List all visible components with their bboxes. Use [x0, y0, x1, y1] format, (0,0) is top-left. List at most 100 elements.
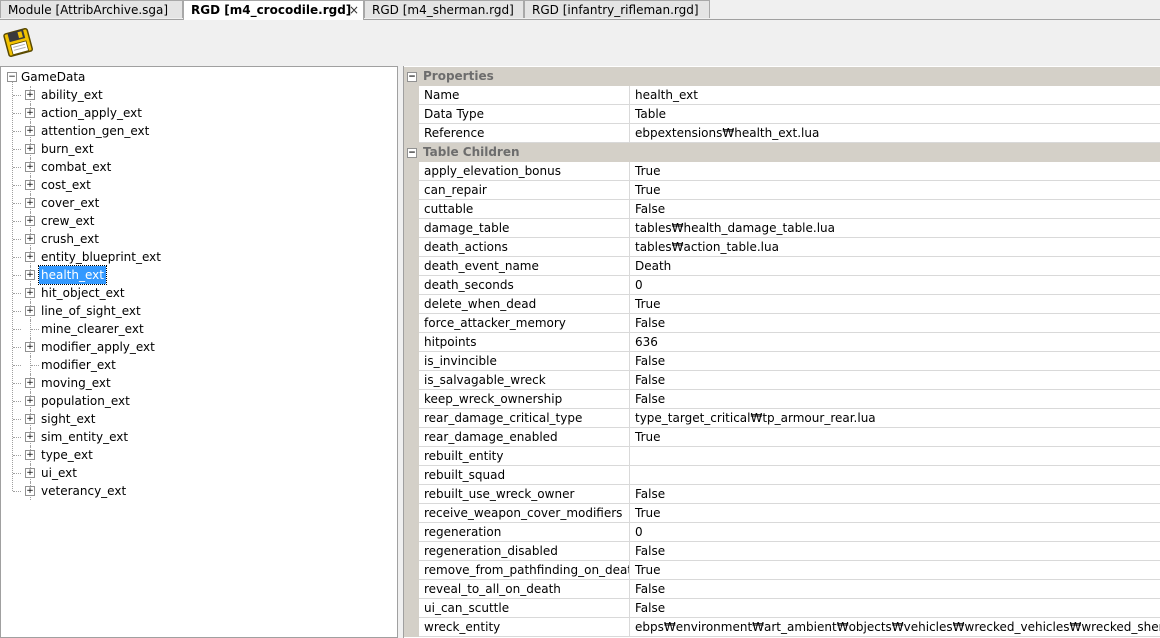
property-value[interactable]: True — [630, 428, 1160, 446]
expand-icon[interactable]: + — [25, 108, 35, 118]
tree-item-label: crush_ext — [41, 232, 99, 246]
property-row[interactable]: rear_damage_enabled True — [404, 428, 1160, 447]
expand-icon[interactable]: + — [25, 198, 35, 208]
tab-rgd-m4-crocodile[interactable]: RGD [m4_crocodile.rgd] × — [183, 0, 364, 20]
property-value[interactable]: False — [630, 371, 1160, 389]
property-row[interactable]: can_repair True — [404, 181, 1160, 200]
property-value[interactable]: False — [630, 485, 1160, 503]
property-row[interactable]: rear_damage_critical_type type_target_cri… — [404, 409, 1160, 428]
property-row[interactable]: wreck_entity ebps₩environment₩art_ambient… — [404, 618, 1160, 637]
property-row[interactable]: receive_weapon_cover_modifiers True — [404, 504, 1160, 523]
property-value[interactable]: True — [630, 504, 1160, 522]
expand-icon[interactable]: + — [25, 180, 35, 190]
property-row[interactable]: reveal_to_all_on_death False — [404, 580, 1160, 599]
expand-icon[interactable]: + — [25, 288, 35, 298]
expand-icon[interactable]: + — [25, 270, 35, 280]
expand-icon[interactable]: + — [25, 216, 35, 226]
expand-icon[interactable]: + — [25, 414, 35, 424]
expand-icon[interactable]: + — [25, 234, 35, 244]
property-value[interactable]: True — [630, 295, 1160, 313]
close-tab-icon[interactable]: × — [349, 1, 359, 19]
tree-item-label: sight_ext — [41, 412, 96, 426]
property-name: force_attacker_memory — [419, 314, 630, 332]
property-value[interactable]: type_target_critical₩tp_armour_rear.lua — [630, 409, 1160, 427]
property-value[interactable]: False — [630, 314, 1160, 332]
property-row[interactable]: cuttable False — [404, 200, 1160, 219]
row-gutter — [404, 371, 419, 390]
expand-icon[interactable]: + — [25, 432, 35, 442]
property-value[interactable]: False — [630, 390, 1160, 408]
property-value[interactable] — [630, 466, 1160, 484]
property-row[interactable]: delete_when_dead True — [404, 295, 1160, 314]
property-value[interactable]: False — [630, 580, 1160, 598]
property-value[interactable]: False — [630, 200, 1160, 218]
property-value[interactable]: 0 — [630, 276, 1160, 294]
expand-icon[interactable]: + — [25, 342, 35, 352]
property-value[interactable]: True — [630, 162, 1160, 180]
expand-icon[interactable]: + — [25, 90, 35, 100]
expand-icon[interactable]: + — [25, 450, 35, 460]
property-value[interactable]: True — [630, 561, 1160, 579]
row-gutter — [404, 428, 419, 447]
property-row[interactable]: rebuilt_squad — [404, 466, 1160, 485]
property-row[interactable]: force_attacker_memory False — [404, 314, 1160, 333]
property-grid[interactable]: − Properties Name health_ext Data Type Table R… — [403, 66, 1160, 638]
expand-icon[interactable]: + — [25, 126, 35, 136]
property-row[interactable]: regeneration 0 — [404, 523, 1160, 542]
property-value[interactable] — [630, 447, 1160, 465]
expand-icon[interactable]: + — [25, 252, 35, 262]
tab-module-attribarchive[interactable]: Module [AttribArchive.sga] — [0, 0, 183, 18]
expand-icon[interactable]: + — [25, 396, 35, 406]
expand-icon[interactable]: + — [25, 468, 35, 478]
property-row[interactable]: ui_can_scuttle False — [404, 599, 1160, 618]
expand-icon[interactable]: + — [25, 162, 35, 172]
property-row[interactable]: keep_wreck_ownership False — [404, 390, 1160, 409]
expand-icon[interactable]: + — [25, 378, 35, 388]
property-value[interactable]: ebps₩environment₩art_ambient₩objects₩veh… — [630, 618, 1160, 636]
property-row[interactable]: regeneration_disabled False — [404, 542, 1160, 561]
property-value[interactable]: 0 — [630, 523, 1160, 541]
property-row[interactable]: hitpoints 636 — [404, 333, 1160, 352]
expand-icon[interactable]: + — [25, 306, 35, 316]
property-row[interactable]: death_event_name Death — [404, 257, 1160, 276]
property-row[interactable]: death_actions tables₩action_table.lua — [404, 238, 1160, 257]
game-data-tree[interactable]: − GameData + ability_ext + action_apply_ext… — [0, 66, 398, 638]
property-row[interactable]: damage_table tables₩health_damage_table.l… — [404, 219, 1160, 238]
tree-item-label: veterancy_ext — [41, 484, 127, 498]
property-value[interactable]: 636 — [630, 333, 1160, 351]
property-value[interactable]: False — [630, 542, 1160, 560]
tab-rgd-infantry-rifleman[interactable]: RGD [infantry_rifleman.rgd] — [524, 0, 710, 18]
category-header[interactable]: − Properties — [404, 67, 1160, 86]
property-row[interactable]: death_seconds 0 — [404, 276, 1160, 295]
property-row[interactable]: apply_elevation_bonus True — [404, 162, 1160, 181]
tab-rgd-m4-sherman[interactable]: RGD [m4_sherman.rgd] — [364, 0, 524, 18]
property-row[interactable]: is_salvagable_wreck False — [404, 371, 1160, 390]
property-row[interactable]: Reference ebpextensions₩health_ext.lua — [404, 124, 1160, 143]
row-gutter — [404, 466, 419, 485]
property-value[interactable]: True — [630, 181, 1160, 199]
property-row[interactable]: rebuilt_use_wreck_owner False — [404, 485, 1160, 504]
category-header[interactable]: − Table Children — [404, 143, 1160, 162]
property-row[interactable]: is_invincible False — [404, 352, 1160, 371]
expand-icon[interactable]: + — [25, 486, 35, 496]
property-value[interactable]: Table — [630, 105, 1160, 123]
property-row[interactable]: rebuilt_entity — [404, 447, 1160, 466]
property-row[interactable]: Name health_ext — [404, 86, 1160, 105]
expand-icon[interactable]: + — [25, 144, 35, 154]
save-button[interactable] — [2, 26, 34, 58]
property-value[interactable]: tables₩health_damage_table.lua — [630, 219, 1160, 237]
collapse-icon[interactable]: − — [407, 72, 417, 82]
property-value[interactable]: Death — [630, 257, 1160, 275]
tree-item-label: modifier_ext — [41, 358, 116, 372]
property-value[interactable]: False — [630, 352, 1160, 370]
tree-connector — [13, 113, 21, 114]
property-row[interactable]: Data Type Table — [404, 105, 1160, 124]
property-row[interactable]: remove_from_pathfinding_on_death True — [404, 561, 1160, 580]
property-value[interactable]: tables₩action_table.lua — [630, 238, 1160, 256]
tree-connector — [13, 185, 21, 186]
property-value[interactable]: ebpextensions₩health_ext.lua — [630, 124, 1160, 142]
property-value[interactable]: False — [630, 599, 1160, 617]
collapse-icon[interactable]: − — [407, 148, 417, 158]
property-value[interactable]: health_ext — [630, 86, 1160, 104]
collapse-icon[interactable]: − — [7, 72, 17, 82]
